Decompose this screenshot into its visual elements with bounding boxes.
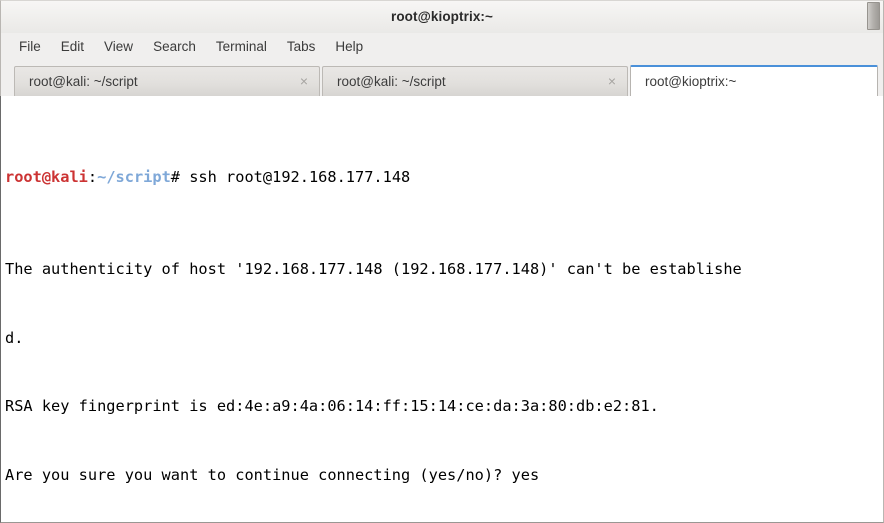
terminal-viewport[interactable]: root@kali:~/script# ssh root@192.168.177… xyxy=(0,96,884,523)
tab-kali-script-2[interactable]: root@kali: ~/script × xyxy=(322,66,628,96)
vertical-scrollbar-thumb[interactable] xyxy=(867,2,880,30)
menubar: File Edit View Search Terminal Tabs Help xyxy=(0,33,884,60)
tab-label: root@kioptrix:~ xyxy=(645,74,737,89)
menu-help[interactable]: Help xyxy=(325,36,373,57)
terminal-line: Are you sure you want to continue connec… xyxy=(5,466,540,485)
close-icon[interactable]: × xyxy=(295,73,313,91)
menu-edit[interactable]: Edit xyxy=(51,36,94,57)
window-title: root@kioptrix:~ xyxy=(390,9,494,24)
terminal-line: The authenticity of host '192.168.177.14… xyxy=(5,259,742,278)
terminal-line: RSA key fingerprint is ed:4e:a9:4a:06:14… xyxy=(5,397,659,416)
terminal-command: ssh root@192.168.177.148 xyxy=(189,167,411,186)
tab-kioptrix-active[interactable]: root@kioptrix:~ xyxy=(630,65,878,96)
prompt-colon: : xyxy=(87,167,98,186)
tab-kali-script-1[interactable]: root@kali: ~/script × xyxy=(14,66,320,96)
close-icon[interactable]: × xyxy=(603,73,621,91)
window-titlebar: root@kioptrix:~ xyxy=(0,0,884,33)
terminal-window: root@kioptrix:~ File Edit View Search Te… xyxy=(0,0,884,523)
tabbar: root@kali: ~/script × root@kali: ~/scrip… xyxy=(0,60,884,96)
terminal-line: d. xyxy=(5,328,24,347)
prompt-user-host: root@kali xyxy=(5,167,88,186)
tab-label: root@kali: ~/script xyxy=(29,74,138,89)
menu-search[interactable]: Search xyxy=(143,36,206,57)
prompt-path: ~/script xyxy=(97,167,171,186)
prompt-sigil: # xyxy=(170,167,190,186)
tab-label: root@kali: ~/script xyxy=(337,74,446,89)
menu-tabs[interactable]: Tabs xyxy=(277,36,326,57)
menu-terminal[interactable]: Terminal xyxy=(206,36,277,57)
terminal-prompt-line: root@kali:~/script# ssh root@192.168.177… xyxy=(5,166,883,189)
menu-file[interactable]: File xyxy=(9,36,51,57)
menu-view[interactable]: View xyxy=(94,36,143,57)
terminal-output: root@kali:~/script# ssh root@192.168.177… xyxy=(5,97,883,522)
